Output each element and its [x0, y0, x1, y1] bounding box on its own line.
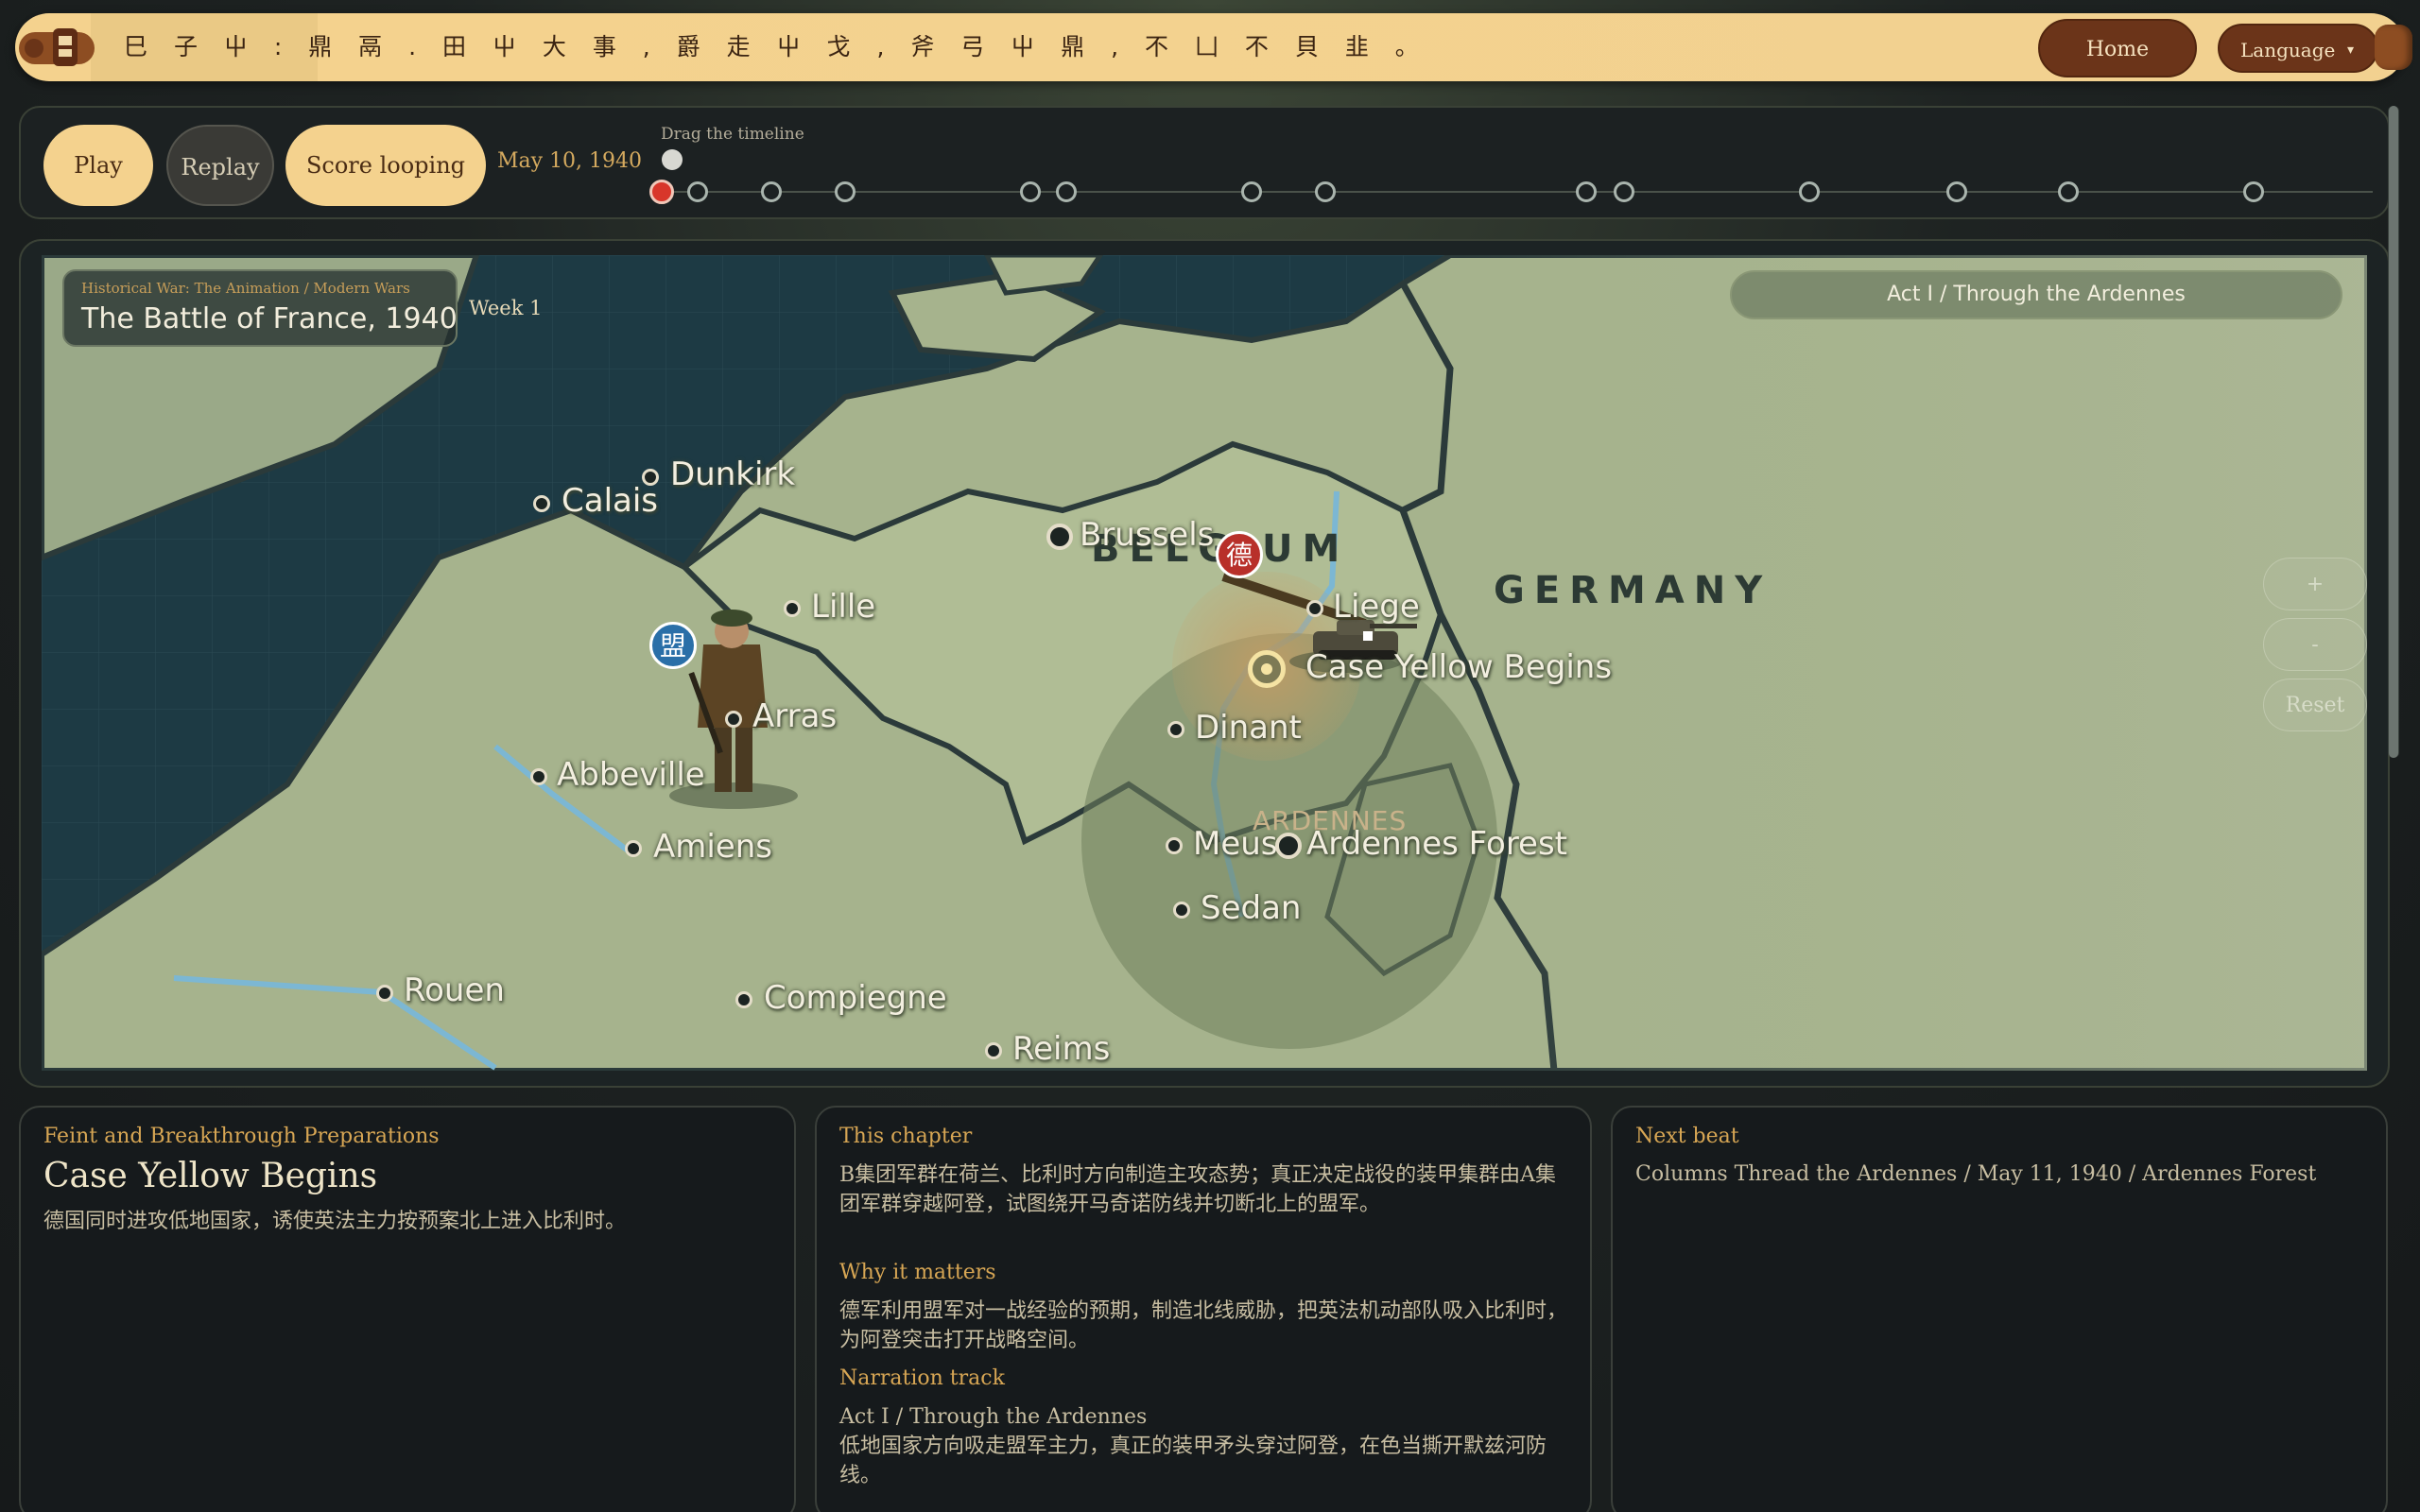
city-label-ardennes-forest: Ardennes Forest [1306, 825, 1568, 863]
city-dot[interactable] [530, 768, 547, 785]
chapter-text: B集团军群在荷兰、比利时方向制造主攻态势；真正决定战役的装甲集群由A集团军群穿越… [839, 1163, 1557, 1216]
language-select[interactable]: Language ▾ [2218, 24, 2378, 73]
city-dot[interactable] [1166, 837, 1183, 854]
event-description: 德国同时进攻低地国家，诱使英法主力按预案北上进入比利时。 [43, 1210, 627, 1233]
city-dot[interactable] [1306, 600, 1323, 617]
narration-text: 低地国家方向吸走盟军主力，真正的装甲矛头穿过阿登，在色当撕开默兹河防线。 [839, 1435, 1547, 1487]
timeline-node[interactable] [1799, 181, 1820, 202]
city-dot-forest[interactable] [1275, 833, 1302, 859]
city-dot[interactable] [625, 840, 642, 857]
chapter-heading: This chapter [839, 1125, 973, 1148]
narration-heading: Narration track [839, 1366, 1005, 1390]
timeline-node-current[interactable] [649, 180, 674, 204]
next-beat-text[interactable]: Columns Thread the Ardennes / May 11, 19… [1635, 1162, 2316, 1186]
act-chip: Act I / Through the Ardennes [1730, 270, 2342, 319]
city-dot-capital[interactable] [1046, 524, 1073, 550]
timeline-node[interactable] [1946, 181, 1967, 202]
event-title: Case Yellow Begins [43, 1157, 378, 1195]
timeline-node[interactable] [2058, 181, 2079, 202]
timeline-node[interactable] [1020, 181, 1041, 202]
matters-heading: Why it matters [839, 1261, 996, 1284]
timeline-panel: Play Replay Score looping May 10, 1940 D… [19, 106, 2390, 219]
zoom-out-button[interactable]: - [2263, 618, 2367, 671]
timeline-drag-handle[interactable] [662, 149, 683, 170]
city-dot[interactable] [725, 711, 742, 728]
city-dot[interactable] [735, 991, 752, 1008]
timeline-node[interactable] [1576, 181, 1597, 202]
city-dot[interactable] [642, 469, 659, 486]
play-button[interactable]: Play [43, 125, 153, 206]
replay-button[interactable]: Replay [166, 125, 274, 206]
reset-view-button[interactable]: Reset [2263, 679, 2367, 731]
top-bar: ⺒ 子 ⼬ : 鼎 鬲 . ⽥ ⼬ ⼤ 事 , 爵 ⾛ ⼬ 戈 , 斧 ⼸ ⼬ … [15, 13, 2412, 81]
event-phase: Feint and Breakthrough Preparations [43, 1125, 440, 1148]
app-root: ⺒ 子 ⼬ : 鼎 鬲 . ⽥ ⼬ ⼤ 事 , 爵 ⾛ ⼬ 戈 , 斧 ⼸ ⼬ … [0, 0, 2420, 1512]
chapter-panel: This chapter B集团军群在荷兰、比利时方向制造主攻态势；真正决定战役… [815, 1106, 1592, 1512]
timeline-node[interactable] [1614, 181, 1634, 202]
next-beat-heading: Next beat [1635, 1125, 1739, 1148]
next-beat-panel: Next beat Columns Thread the Ardennes / … [1611, 1106, 2388, 1512]
timeline-node[interactable] [1241, 181, 1262, 202]
timeline-track[interactable] [660, 191, 2373, 193]
event-label: Case Yellow Begins [1305, 648, 1613, 686]
city-dot[interactable] [985, 1042, 1002, 1059]
allied-faction-marker[interactable]: 盟 [649, 622, 697, 669]
seal-script-ticker: ⺒ 子 ⼬ : 鼎 鬲 . ⽥ ⼬ ⼤ 事 , 爵 ⾛ ⼬ 戈 , 斧 ⼸ ⼬ … [124, 33, 1428, 60]
city-label-brussels: Brussels [1080, 516, 1215, 554]
city-label-calais: Calais [562, 482, 659, 520]
city-label-dunkirk: Dunkirk [670, 455, 796, 493]
war-title: The Battle of France, 1940 [81, 302, 458, 335]
city-dot[interactable] [1173, 902, 1190, 919]
city-label-dinant: Dinant [1195, 709, 1302, 747]
home-button[interactable]: Home [2038, 19, 2197, 77]
city-label-rouen: Rouen [404, 971, 505, 1009]
week-label: Week 1 [469, 297, 543, 319]
event-target-marker[interactable] [1248, 650, 1286, 688]
german-faction-marker[interactable]: 德 [1216, 531, 1263, 578]
timeline-node[interactable] [1056, 181, 1077, 202]
map-terrain [42, 255, 2367, 1071]
series-label: Historical War: The Animation / Modern W… [81, 280, 410, 297]
scroll-logo-icon[interactable] [17, 23, 98, 72]
timeline-node[interactable] [687, 181, 708, 202]
timeline-node[interactable] [1315, 181, 1336, 202]
chevron-down-icon: ▾ [2346, 43, 2354, 58]
city-dot[interactable] [533, 495, 550, 512]
zoom-in-button[interactable]: + [2263, 558, 2367, 610]
timeline-node[interactable] [2243, 181, 2264, 202]
city-label-sedan: Sedan [1201, 889, 1302, 927]
city-dot[interactable] [784, 600, 801, 617]
city-label-compiegne: Compiegne [764, 979, 947, 1017]
city-dot[interactable] [1167, 721, 1184, 738]
city-label-arras: Arras [752, 697, 838, 735]
map-canvas[interactable]: BELGIUM GERMANY [42, 255, 2367, 1071]
city-label-abbeville: Abbeville [557, 756, 705, 794]
narration-title: Act I / Through the Ardennes [839, 1405, 1148, 1429]
drag-timeline-hint: Drag the timeline [661, 125, 804, 144]
event-summary-panel: Feint and Breakthrough Preparations Case… [19, 1106, 796, 1512]
city-label-lille: Lille [811, 588, 876, 626]
timeline-node[interactable] [835, 181, 856, 202]
city-label-liege: Liege [1333, 588, 1420, 626]
country-label-germany: GERMANY [1494, 569, 1772, 612]
score-looping-button[interactable]: Score looping [285, 125, 486, 206]
scroll-end-icon [2375, 25, 2412, 70]
city-dot[interactable] [376, 985, 393, 1002]
city-label-reims: Reims [1012, 1030, 1111, 1068]
scrollbar-thumb[interactable] [2389, 106, 2398, 758]
current-date: May 10, 1940 [497, 149, 643, 173]
matters-text: 德军利用盟军对一战经验的预期，制造北线威胁，把英法机动部队吸入比利时，为阿登突击… [839, 1299, 1568, 1352]
city-label-amiens: Amiens [653, 828, 773, 866]
timeline-node[interactable] [761, 181, 782, 202]
language-label: Language [2240, 39, 2336, 61]
